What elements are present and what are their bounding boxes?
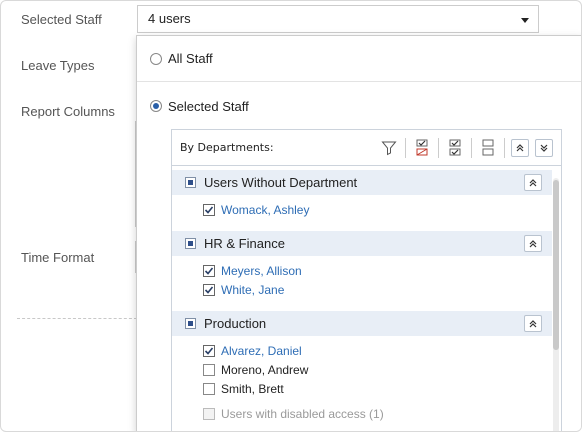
departments-panel: By Departments: Users Without Department… — [171, 129, 562, 431]
member-name[interactable]: Alvarez, Daniel — [221, 344, 302, 358]
collapse-group-button[interactable] — [524, 315, 542, 332]
collapse-all-icon[interactable] — [535, 139, 553, 157]
leave-types-label: Leave Types — [21, 58, 95, 73]
staff-dropdown: All Staff Selected Staff By Departments: — [136, 35, 581, 431]
list-item[interactable]: White, Jane — [203, 281, 284, 299]
all-staff-radio[interactable] — [150, 52, 162, 65]
group-checkbox[interactable] — [185, 318, 196, 329]
member-checkbox[interactable] — [203, 364, 215, 376]
scrollbar-thumb[interactable] — [553, 180, 559, 350]
selected-staff-label: Selected Staff — [21, 12, 102, 27]
group-checkbox[interactable] — [185, 177, 196, 188]
time-format-label: Time Format — [21, 250, 95, 265]
disabled-users-label[interactable]: Users with disabled access (1) — [221, 407, 384, 421]
member-checkbox[interactable] — [203, 265, 215, 277]
selected-staff-option-label: Selected Staff — [168, 98, 249, 114]
selected-staff-radio[interactable] — [150, 100, 162, 112]
group-hr-finance[interactable]: HR & Finance — [172, 231, 552, 256]
member-name[interactable]: Smith, Brett — [221, 382, 284, 396]
list-item[interactable]: Alvarez, Daniel — [203, 342, 302, 360]
list-item[interactable]: Womack, Ashley — [203, 201, 309, 219]
staff-select-value: 4 users — [148, 11, 191, 26]
all-staff-option[interactable]: All Staff — [137, 36, 581, 82]
report-settings-form: Selected Staff Leave Types Report Column… — [0, 0, 582, 432]
member-name[interactable]: Meyers, Allison — [221, 264, 302, 278]
group-production[interactable]: Production — [172, 311, 552, 336]
chevron-down-icon — [521, 18, 529, 23]
list-item[interactable]: Moreno, Andrew — [203, 361, 308, 379]
panel-header: By Departments: — [172, 130, 561, 166]
section-divider — [17, 318, 137, 319]
group-name: Production — [204, 316, 267, 331]
toolbar-divider — [438, 138, 439, 158]
collapse-group-button[interactable] — [524, 235, 542, 252]
member-checkbox[interactable] — [203, 284, 215, 296]
list-item[interactable]: Meyers, Allison — [203, 262, 302, 280]
disabled-users-checkbox[interactable] — [203, 408, 215, 420]
collapse-group-button[interactable] — [524, 174, 542, 191]
panel-toolbar — [373, 138, 553, 158]
report-columns-label: Report Columns — [21, 104, 115, 119]
toolbar-divider — [504, 138, 505, 158]
all-staff-label: All Staff — [168, 51, 213, 66]
member-name[interactable]: White, Jane — [221, 283, 284, 297]
select-filtered-icon[interactable] — [412, 138, 432, 158]
staff-select[interactable]: 4 users — [137, 5, 539, 33]
panel-title: By Departments: — [180, 141, 274, 154]
check-all-icon[interactable] — [445, 138, 465, 158]
panel-scrollbar[interactable] — [553, 178, 559, 431]
group-name: Users Without Department — [204, 175, 358, 190]
toolbar-divider — [471, 138, 472, 158]
member-checkbox[interactable] — [203, 345, 215, 357]
expand-all-icon[interactable] — [511, 139, 529, 157]
disabled-users-item[interactable]: Users with disabled access (1) — [203, 405, 384, 423]
uncheck-all-icon[interactable] — [478, 138, 498, 158]
filter-icon[interactable] — [379, 138, 399, 158]
group-name: HR & Finance — [204, 236, 285, 251]
member-checkbox[interactable] — [203, 383, 215, 395]
group-checkbox[interactable] — [185, 238, 196, 249]
selected-staff-option[interactable]: Selected Staff — [137, 83, 581, 129]
list-item[interactable]: Smith, Brett — [203, 380, 284, 398]
member-name[interactable]: Womack, Ashley — [221, 203, 309, 217]
member-checkbox[interactable] — [203, 204, 215, 216]
group-users-without-department[interactable]: Users Without Department — [172, 170, 552, 195]
member-name[interactable]: Moreno, Andrew — [221, 363, 308, 377]
toolbar-divider — [405, 138, 406, 158]
